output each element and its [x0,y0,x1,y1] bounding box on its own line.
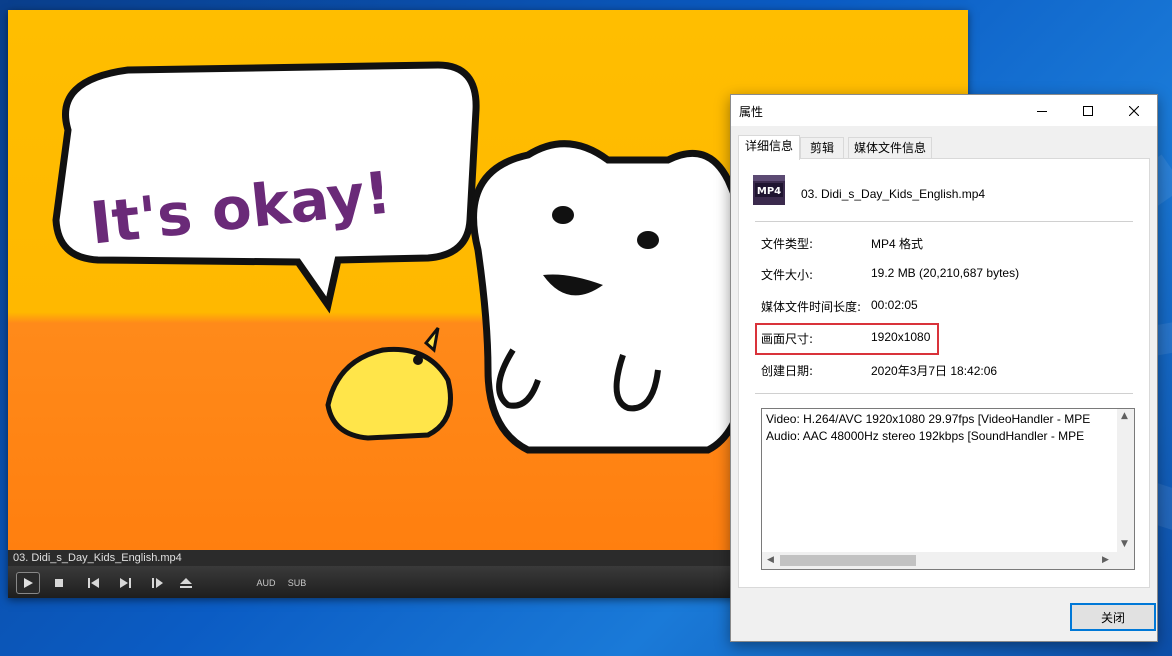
close-window-button[interactable] [1111,95,1157,126]
scroll-up-icon[interactable]: ▲ [1121,411,1128,421]
duration-value: 00:02:05 [871,298,918,312]
close-icon [1129,105,1139,116]
play-button[interactable] [16,572,40,594]
created-date-label: 创建日期: [761,364,814,378]
divider [755,393,1133,394]
properties-dialog: 属性 详细信息 剪辑 媒体文件信息 MP4 03. Didi_s_Day_Kid… [730,94,1158,642]
file-type-value: MP4 格式 [871,237,924,251]
next-button[interactable] [118,572,132,594]
file-icon-label: MP4 [757,186,781,197]
file-size-label: 文件大小: [761,268,814,282]
close-button[interactable]: 关闭 [1070,603,1156,631]
stream-info-audio: Audio: AAC 48000Hz stereo 192kbps [Sound… [766,429,1085,443]
dialog-titlebar[interactable]: 属性 [731,95,1157,126]
bear-eye-left [552,206,574,224]
file-size-value: 19.2 MB (20,210,687 bytes) [871,266,1020,280]
tab-clip[interactable]: 剪辑 [800,137,844,159]
eject-icon [180,577,192,588]
stop-icon [55,579,63,587]
subtitle-button[interactable]: SUB [287,572,307,594]
horizontal-scrollbar[interactable]: ◀ ▶ [762,552,1134,569]
scroll-left-icon[interactable]: ◀ [767,555,774,565]
tab-media-info[interactable]: 媒体文件信息 [848,137,932,159]
file-type-label: 文件类型: [761,237,814,251]
stop-button[interactable] [52,572,66,594]
horizontal-scroll-thumb[interactable] [780,555,916,566]
audio-track-button[interactable]: AUD [256,572,276,594]
vertical-scrollbar[interactable]: ▲ ▼ [1117,409,1134,553]
created-date-value: 2020年3月7日 18:42:06 [871,364,998,378]
details-panel: MP4 03. Didi_s_Day_Kids_English.mp4 文件类型… [738,158,1150,588]
chick-character [325,346,453,441]
frame-step-button[interactable] [150,572,164,594]
file-name: 03. Didi_s_Day_Kids_English.mp4 [801,187,986,201]
dimensions-highlight-box [755,323,939,355]
maximize-icon [1083,105,1093,116]
chick-eye [413,355,423,365]
previous-icon [87,578,99,588]
chick-tuft [423,327,440,353]
tab-details[interactable]: 详细信息 [738,135,800,160]
divider [755,221,1133,222]
stream-info-video: Video: H.264/AVC 1920x1080 29.97fps [Vid… [766,412,1091,426]
bear-eye-right [637,231,659,249]
scroll-right-icon[interactable]: ▶ [1102,555,1109,565]
minimize-icon [1037,110,1047,112]
maximize-button[interactable] [1065,95,1111,126]
frame-step-icon [151,578,163,588]
next-icon [119,578,131,588]
duration-label: 媒体文件时间长度: [761,300,862,314]
stream-info-textbox[interactable]: Video: H.264/AVC 1920x1080 29.97fps [Vid… [761,408,1135,570]
scroll-down-icon[interactable]: ▼ [1121,539,1128,549]
eject-button[interactable] [179,572,193,594]
dialog-title: 属性 [739,105,764,119]
play-icon [24,578,33,588]
previous-button[interactable] [86,572,100,594]
minimize-button[interactable] [1019,95,1065,126]
mp4-file-icon: MP4 [753,173,785,207]
